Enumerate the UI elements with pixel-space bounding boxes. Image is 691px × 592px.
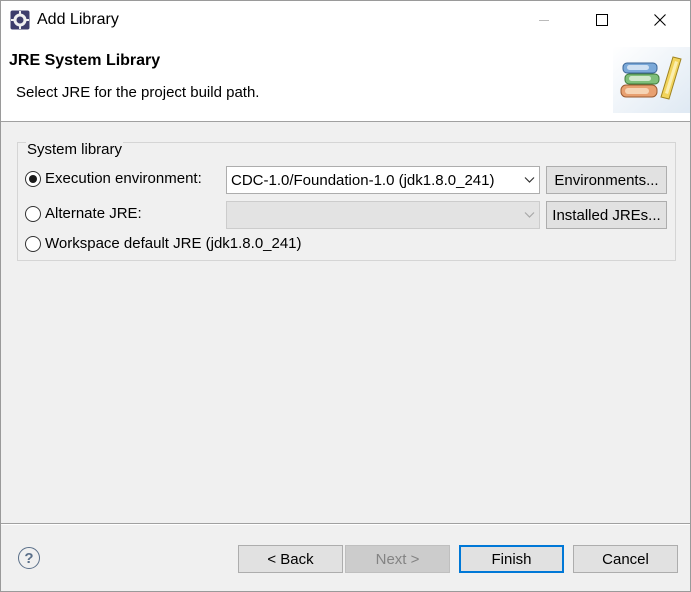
execution-environment-radio[interactable] (25, 171, 41, 187)
environments-button[interactable]: Environments... (546, 166, 667, 194)
finish-button[interactable]: Finish (459, 545, 564, 573)
eclipse-icon (10, 10, 30, 30)
page-title: JRE System Library (9, 52, 161, 69)
window-title: Add Library (37, 11, 119, 28)
alternate-jre-radio[interactable] (25, 206, 41, 222)
maximize-button[interactable] (573, 1, 631, 39)
minimize-icon (539, 20, 549, 21)
next-button[interactable]: Next > (345, 545, 450, 573)
cancel-button[interactable]: Cancel (573, 545, 678, 573)
wizard-banner: JRE System Library Select JRE for the pr… (1, 39, 690, 122)
title-bar[interactable]: Add Library (1, 1, 690, 39)
close-button[interactable] (631, 1, 689, 39)
alternate-jre-combo[interactable] (226, 201, 540, 229)
alternate-jre-label[interactable]: Alternate JRE: (45, 205, 142, 222)
workspace-default-jre-radio[interactable] (25, 236, 41, 252)
execution-environment-combo[interactable]: CDC-1.0/Foundation-1.0 (jdk1.8.0_241) (226, 166, 540, 194)
footer-separator-highlight (1, 524, 690, 525)
minimize-button[interactable] (515, 1, 573, 39)
maximize-icon (596, 14, 608, 26)
chevron-down-icon (524, 177, 535, 183)
execution-environment-label[interactable]: Execution environment: (45, 170, 202, 187)
chevron-down-icon (524, 212, 535, 218)
execution-environment-value: CDC-1.0/Foundation-1.0 (jdk1.8.0_241) (231, 172, 495, 189)
help-icon[interactable]: ? (18, 547, 40, 569)
workspace-default-jre-label[interactable]: Workspace default JRE (jdk1.8.0_241) (45, 235, 302, 252)
installed-jres-button[interactable]: Installed JREs... (546, 201, 667, 229)
system-library-label: System library (26, 141, 124, 158)
add-library-dialog: Add Library JRE System Library Select JR… (0, 0, 691, 592)
close-icon (654, 14, 666, 26)
page-description: Select JRE for the project build path. (16, 84, 260, 101)
books-icon (613, 47, 690, 113)
back-button[interactable]: < Back (238, 545, 343, 573)
